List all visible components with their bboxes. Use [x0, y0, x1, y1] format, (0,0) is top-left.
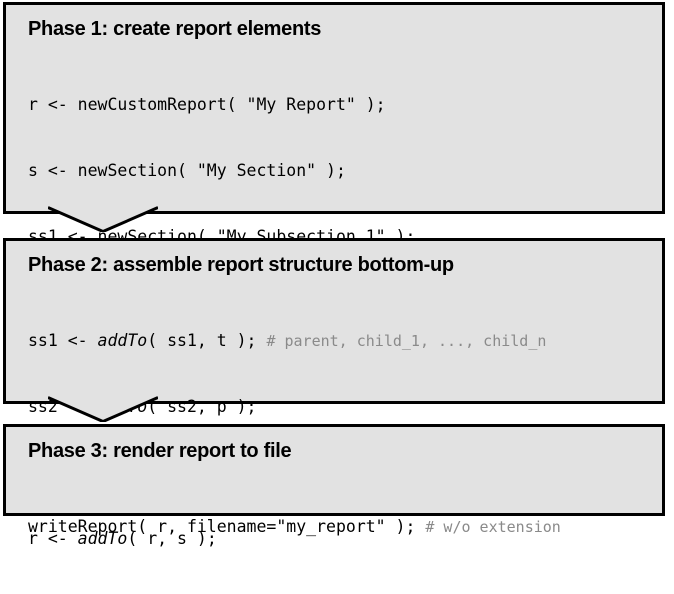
code-prefix: ss1 <-	[28, 331, 98, 350]
code-prefix: ss2 <-	[28, 397, 98, 416]
code-suffix: ( ss2, p );	[147, 397, 256, 416]
phase-1-title: Phase 1: create report elements	[28, 18, 662, 41]
code-line: r <- newCustomReport( "My Report" );	[28, 94, 662, 116]
code-comment: # w/o extension	[425, 518, 560, 536]
workflow-diagram: Phase 1: create report elements r <- new…	[0, 0, 674, 523]
phase-box-2: Phase 2: assemble report structure botto…	[3, 238, 665, 404]
code-function-name: addTo	[98, 397, 148, 416]
code-line: ss1 <- addTo( ss1, t ); # parent, child_…	[28, 330, 662, 352]
code-comment: # parent, child_1, ..., child_n	[266, 332, 546, 350]
code-text: writeReport( r, filename="my_report" );	[28, 517, 415, 536]
phase-2-title: Phase 2: assemble report structure botto…	[28, 254, 662, 277]
phase-3-title: Phase 3: render report to file	[28, 440, 662, 463]
code-line: s <- newSection( "My Section" );	[28, 160, 662, 182]
code-line: ss2 <- addTo( ss2, p );	[28, 396, 662, 418]
phase-3-code: writeReport( r, filename="my_report" ); …	[28, 472, 662, 582]
code-line: writeReport( r, filename="my_report" ); …	[28, 516, 662, 538]
phase-box-3: Phase 3: render report to file writeRepo…	[3, 424, 665, 516]
code-suffix: ( ss1, t );	[147, 331, 256, 350]
code-function-name: addTo	[98, 331, 148, 350]
phase-box-1: Phase 1: create report elements r <- new…	[3, 2, 665, 214]
